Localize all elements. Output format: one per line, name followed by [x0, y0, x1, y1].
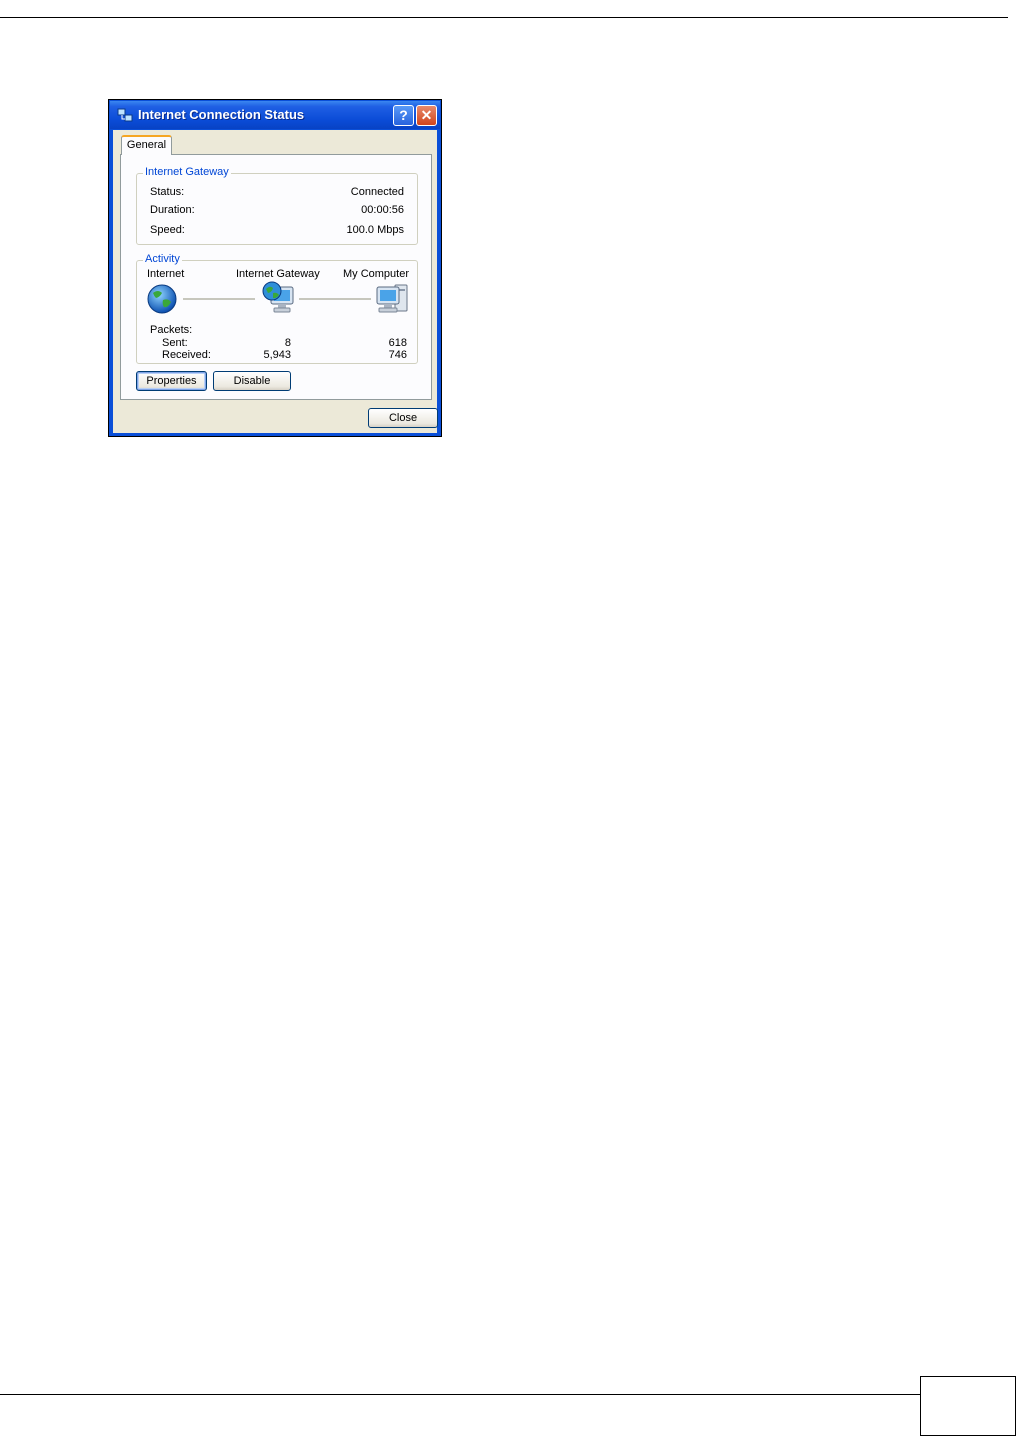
internet-connection-status-dialog: Internet Connection Status ? ✕ General I…: [108, 99, 442, 437]
my-computer-node-label: My Computer: [342, 268, 409, 280]
footer-rule: [0, 1394, 920, 1395]
activity-group: Activity Internet Internet Gateway My Co…: [136, 253, 418, 364]
received-left-value: 5,943: [263, 349, 291, 361]
internet-gateway-icon: [262, 281, 294, 313]
properties-button[interactable]: Properties: [136, 371, 207, 391]
tab-general[interactable]: General: [121, 135, 172, 155]
header-rule: [0, 17, 1008, 18]
help-button[interactable]: ?: [393, 105, 414, 126]
internet-gateway-link: [183, 298, 255, 300]
activity-legend: Activity: [143, 253, 182, 265]
status-value: Connected: [350, 186, 404, 198]
globe-icon: [147, 284, 177, 314]
received-label: Received:: [162, 349, 211, 361]
dialog-title: Internet Connection Status: [138, 107, 305, 122]
gateway-computer-link: [299, 298, 371, 300]
status-label: Status:: [150, 186, 185, 198]
internet-node-label: Internet: [147, 268, 185, 280]
title-bar[interactable]: Internet Connection Status ? ✕: [110, 101, 440, 129]
speed-label: Speed:: [150, 224, 185, 236]
my-computer-icon: [376, 284, 408, 313]
close-button[interactable]: Close: [368, 408, 438, 428]
page-number-box: [920, 1376, 1016, 1436]
network-connection-icon: [117, 108, 133, 122]
received-right-value: 746: [388, 349, 407, 361]
title-close-button[interactable]: ✕: [416, 105, 437, 126]
disable-button[interactable]: Disable: [213, 371, 291, 391]
internet-gateway-legend: Internet Gateway: [143, 166, 231, 178]
dialog-client-area: General Internet Gateway Status: Connect…: [113, 130, 438, 433]
general-tab-panel: Internet Gateway Status: Connected Durat…: [120, 154, 432, 400]
sent-left-value: 8: [284, 337, 291, 349]
duration-label: Duration:: [150, 204, 195, 216]
internet-gateway-group: Internet Gateway Status: Connected Durat…: [136, 166, 418, 245]
speed-value: 100.0 Mbps: [346, 224, 404, 236]
sent-label: Sent:: [162, 337, 188, 349]
packets-label: Packets:: [150, 324, 193, 336]
sent-right-value: 618: [388, 337, 407, 349]
gateway-node-label: Internet Gateway: [236, 268, 320, 280]
duration-value: 00:00:56: [361, 204, 404, 216]
